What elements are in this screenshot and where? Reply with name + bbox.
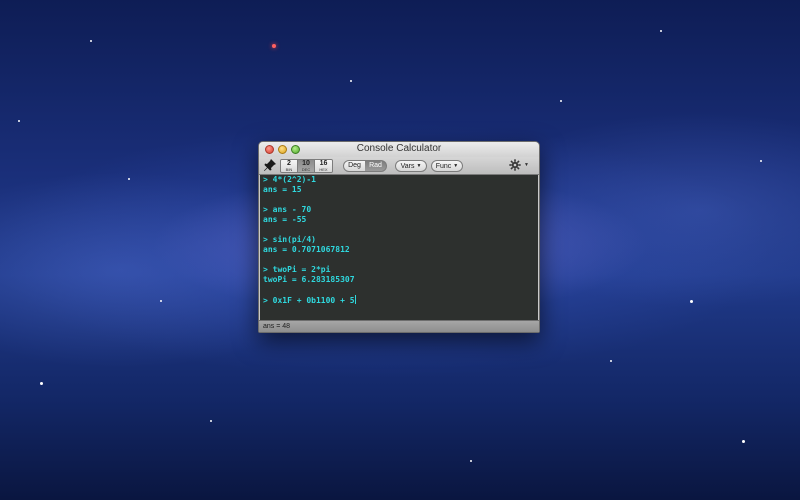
pin-icon[interactable] (263, 158, 277, 172)
star (690, 300, 693, 303)
console-line: ans = -55 (263, 215, 307, 224)
console-line: > sin(pi/4) (263, 235, 316, 244)
console-input[interactable]: > 0x1F + 0b1100 + 5 (263, 296, 355, 305)
base-bin-number: 2 (287, 160, 291, 167)
rad-button[interactable]: Rad (365, 160, 387, 172)
vars-menu-button[interactable]: Vars ▼ (395, 160, 427, 172)
base-dec-number: 10 (302, 160, 310, 167)
base-dec-button[interactable]: 10 DEC (298, 160, 315, 172)
deg-button[interactable]: Deg (343, 160, 366, 172)
vars-label: Vars (400, 163, 415, 170)
console-line: > 4*(2^2)-1 (263, 175, 316, 184)
status-text: ans = 48 (263, 323, 291, 330)
star (610, 360, 612, 362)
console-line: ans = 0.7071067812 (263, 245, 350, 254)
star (560, 100, 562, 102)
toolbar: 2 BIN 10 DEC 16 HEX Deg Rad Vars ▼ Func ▼ (259, 157, 539, 175)
base-hex-label: HEX (319, 167, 328, 172)
base-hex-number: 16 (319, 160, 328, 167)
func-label: Func (435, 163, 452, 170)
base-bin-button[interactable]: 2 BIN (281, 160, 298, 172)
star (272, 44, 276, 48)
title-bar[interactable]: Console Calculator (259, 142, 539, 157)
base-bin-label: BIN (285, 167, 293, 172)
star (160, 300, 162, 302)
star (760, 160, 762, 162)
func-menu-button[interactable]: Func ▼ (431, 160, 463, 172)
console-line: ans = 15 (263, 185, 302, 194)
text-cursor (354, 295, 356, 304)
console-input-line[interactable]: > 0x1F + 0b1100 + 5 (263, 295, 535, 305)
star (18, 120, 20, 122)
star (128, 178, 130, 180)
star (210, 420, 212, 422)
star (742, 440, 745, 443)
star (660, 30, 662, 32)
star (90, 40, 92, 42)
star (40, 382, 43, 385)
chevron-down-icon: ▼ (416, 163, 422, 169)
console-output[interactable]: > 4*(2^2)-1 ans = 15 > ans - 70 ans = -5… (260, 175, 538, 320)
console-line: twoPi = 6.283185307 (263, 275, 355, 284)
number-base-selector: 2 BIN 10 DEC 16 HEX (280, 159, 333, 173)
window-title: Console Calculator (356, 143, 442, 154)
desktop: { "window": { "title": "Console Calculat… (0, 0, 800, 500)
star (470, 460, 472, 462)
console-line: > twoPi = 2*pi (263, 265, 331, 274)
chevron-down-icon: ▼ (453, 163, 459, 169)
chevron-down-icon[interactable]: ▼ (524, 162, 529, 168)
star (350, 80, 352, 82)
console-line: > ans - 70 (263, 205, 312, 214)
base-hex-button[interactable]: 16 HEX (315, 160, 332, 172)
base-dec-label: DEC (301, 167, 311, 172)
calculator-window: Console Calculator 2 BIN 10 DEC 16 HEX D… (258, 141, 540, 333)
status-bar: ans = 48 (259, 320, 539, 332)
gear-icon[interactable] (509, 159, 521, 171)
